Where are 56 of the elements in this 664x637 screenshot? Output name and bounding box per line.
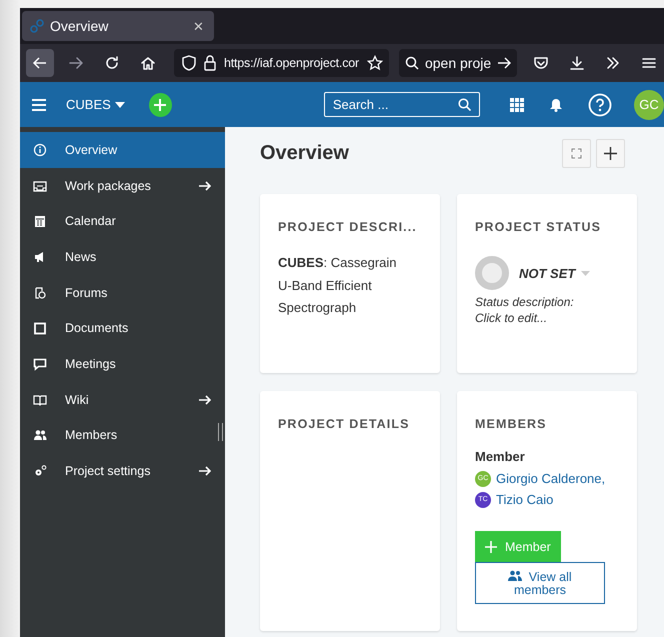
widget-title: PROJECT DESCRI... <box>278 220 418 234</box>
sidebar-item[interactable]: Project settings <box>20 453 225 489</box>
speech-bubble-icon <box>33 356 47 371</box>
sidebar-item[interactable]: Members <box>20 418 225 454</box>
widget-title: PROJECT DETAILS <box>278 417 411 431</box>
view-all-members-button[interactable]: View all members <box>475 562 605 604</box>
search-field[interactable]: open proje <box>398 49 518 77</box>
sidebar-item[interactable]: Wiki <box>20 382 225 418</box>
member-link[interactable]: Tizio Caio <box>496 492 554 507</box>
document-icon <box>33 321 47 336</box>
people-icon <box>33 428 47 442</box>
sidebar-item[interactable]: Meetings <box>20 346 225 382</box>
forum-icon <box>33 286 47 300</box>
caret-icon <box>581 270 590 276</box>
sidebar-item[interactable]: Overview <box>20 132 225 168</box>
arrow-right-icon <box>497 56 512 70</box>
people-icon <box>508 570 522 582</box>
add-widget-button[interactable] <box>596 139 625 168</box>
search-icon <box>458 98 471 111</box>
sidebar-item[interactable]: Calendar <box>20 203 225 240</box>
member-link[interactable]: Giorgio Calderone, <box>496 471 606 486</box>
page-title: Overview <box>260 142 350 165</box>
sidebar-item[interactable]: News <box>20 239 225 275</box>
expand-icon <box>571 148 582 159</box>
calendar-icon <box>33 214 47 228</box>
plus-icon <box>485 540 497 552</box>
book-icon <box>33 392 47 407</box>
sidebar-item[interactable]: Documents <box>20 310 225 346</box>
widget-title: PROJECT STATUS <box>475 220 602 234</box>
close-icon[interactable]: ✕ <box>193 18 204 34</box>
plus-icon <box>604 147 617 160</box>
lock-icon <box>204 55 216 71</box>
resize-handle[interactable] <box>218 423 223 441</box>
sidebar-item[interactable]: Forums <box>20 274 225 310</box>
info-icon <box>33 142 47 157</box>
status-description[interactable]: Status description: Click to edit... <box>475 294 593 326</box>
search-field[interactable]: Search ... <box>324 92 480 117</box>
address-bar[interactable]: https://iaf.openproject.cor <box>174 49 389 77</box>
add-button[interactable] <box>148 92 172 116</box>
status-value[interactable]: NOT SET <box>519 266 576 280</box>
inbox-icon <box>33 178 47 193</box>
back-icon[interactable] <box>26 49 54 77</box>
browser-tab[interactable]: Overview ✕ <box>22 11 214 41</box>
sidebar-item[interactable]: Work packages <box>20 168 225 204</box>
caret-icon <box>114 102 125 108</box>
star-icon <box>366 55 383 71</box>
shield-icon <box>182 55 196 71</box>
fullscreen-button[interactable] <box>562 139 591 168</box>
app-logo-icon <box>30 19 44 33</box>
search-icon <box>404 56 419 70</box>
widget-title: MEMBERS <box>475 417 548 431</box>
plus-icon <box>154 98 166 110</box>
role-label: Member <box>475 449 526 464</box>
project-selector[interactable]: CUBES <box>66 97 125 112</box>
url-text: https://iaf.openproject.cor <box>224 56 359 70</box>
project-description: CUBES: Cassegrain U-Band Efficient Spectrograph <box>278 254 398 317</box>
